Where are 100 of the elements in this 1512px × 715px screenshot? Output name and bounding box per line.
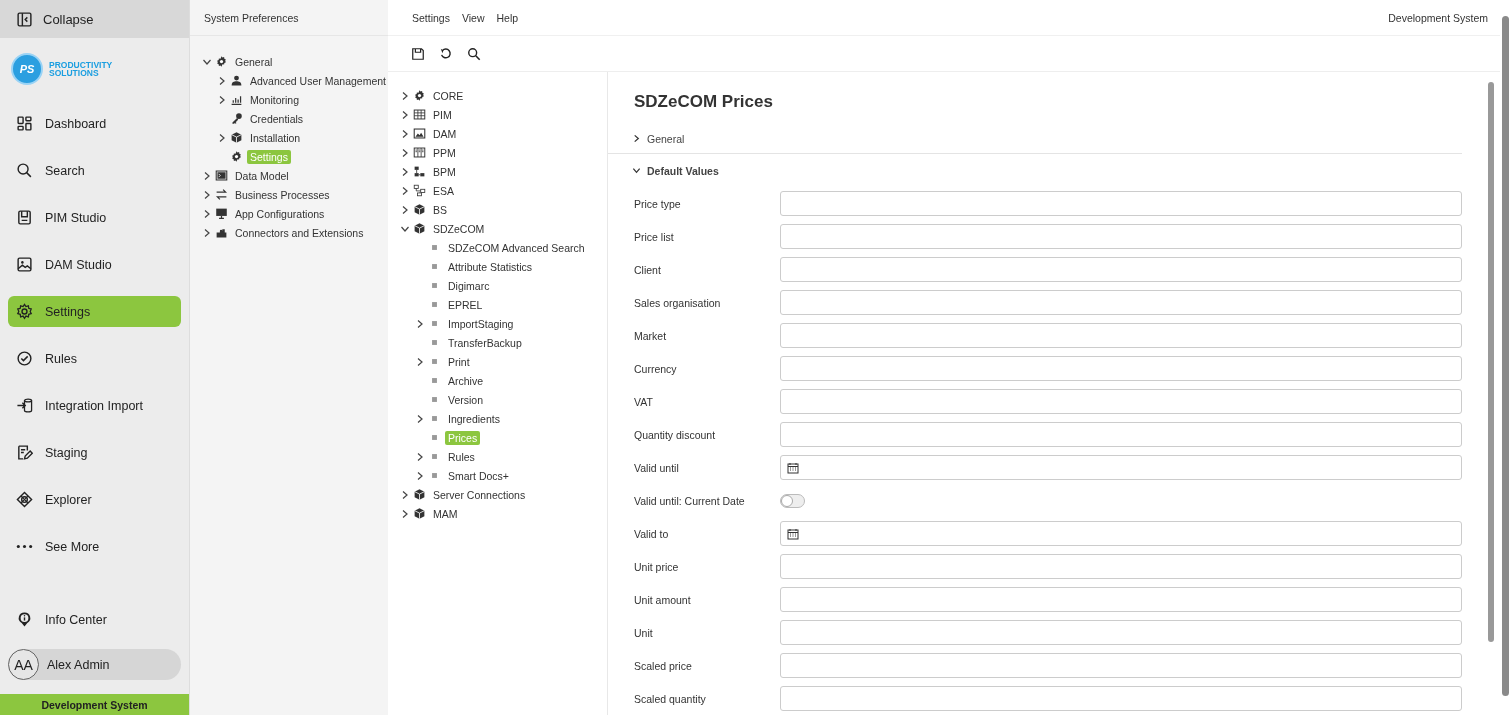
tree-item[interactable]: Archive: [445, 373, 486, 388]
terminal-icon: [215, 169, 228, 182]
input-field[interactable]: [780, 554, 1462, 579]
scrollbar[interactable]: [1488, 82, 1494, 642]
scrollbar[interactable]: [1502, 16, 1509, 696]
tree-item[interactable]: Monitoring: [247, 92, 303, 107]
chevron-right-icon[interactable]: [217, 94, 227, 105]
input-field[interactable]: [780, 290, 1462, 315]
info-center-button[interactable]: Info Center: [8, 604, 181, 635]
tree-item[interactable]: Digimarc: [445, 278, 493, 293]
tree-item[interactable]: BS: [430, 202, 450, 217]
input-field[interactable]: [780, 389, 1462, 414]
nav-item[interactable]: DAM Studio: [8, 249, 181, 280]
tree-item[interactable]: Version: [445, 392, 487, 407]
input-field[interactable]: [780, 224, 1462, 249]
chevron-right-icon[interactable]: [400, 185, 410, 196]
chevron-right-icon[interactable]: [400, 109, 410, 120]
tree-item[interactable]: Business Processes: [232, 187, 333, 202]
input-field[interactable]: [780, 620, 1462, 645]
nav-item[interactable]: Explorer: [8, 484, 181, 515]
tree-item[interactable]: Credentials: [247, 111, 307, 126]
chevron-right-icon[interactable]: [415, 470, 425, 481]
chevron-right-icon[interactable]: [400, 128, 410, 139]
tree-item[interactable]: Ingredients: [445, 411, 503, 426]
tree-item[interactable]: Print: [445, 354, 473, 369]
avatar: AA: [8, 649, 39, 680]
nav-item[interactable]: Search: [8, 155, 181, 186]
nav-item[interactable]: Integration Import: [8, 390, 181, 421]
columns-icon: [413, 146, 426, 159]
tree-item[interactable]: SDZeCOM Advanced Search: [445, 240, 588, 255]
chevron-right-icon[interactable]: [400, 204, 410, 215]
tree-item[interactable]: Attribute Statistics: [445, 259, 536, 274]
tree-item[interactable]: Connectors and Extensions: [232, 225, 367, 240]
image-icon: [16, 256, 33, 273]
chevron-right-icon[interactable]: [202, 208, 212, 219]
search-icon: [16, 162, 33, 179]
chevron-right-icon[interactable]: [202, 170, 212, 181]
settings-icon: [413, 89, 426, 102]
tree-item[interactable]: Server Connections: [430, 487, 529, 502]
tree-item[interactable]: PIM: [430, 107, 455, 122]
more-icon: [16, 544, 33, 549]
field-label: Client: [634, 263, 662, 276]
collapse-button[interactable]: Collapse: [0, 0, 189, 38]
tree-item[interactable]: Smart Docs+: [445, 468, 512, 483]
nav-item[interactable]: Rules: [8, 343, 181, 374]
chevron-right-icon[interactable]: [202, 189, 212, 200]
image-icon: [413, 127, 426, 140]
tree-item[interactable]: General: [232, 54, 276, 69]
chevron-right-icon[interactable]: [400, 147, 410, 158]
tree-item[interactable]: Rules: [445, 449, 478, 464]
nav-item[interactable]: Staging: [8, 437, 181, 468]
tree-item[interactable]: SDZeCOM: [430, 221, 488, 236]
user-button[interactable]: AA Alex Admin: [8, 649, 181, 680]
section-header[interactable]: Default Values: [608, 154, 1462, 187]
tree-item[interactable]: TransferBackup: [445, 335, 525, 350]
section-header[interactable]: General: [608, 124, 1462, 154]
tree-item[interactable]: Advanced User Management: [247, 73, 389, 88]
nav-item[interactable]: PIM Studio: [8, 202, 181, 233]
date-field[interactable]: [780, 455, 1462, 480]
field-label: Unit: [634, 626, 654, 639]
input-field[interactable]: [780, 323, 1462, 348]
chevron-right-icon[interactable]: [400, 489, 410, 500]
tree-item[interactable]: App Configurations: [232, 206, 328, 221]
tree-item[interactable]: CORE: [430, 88, 467, 103]
user-icon: [230, 74, 243, 87]
tree-item[interactable]: ImportStaging: [445, 316, 517, 331]
input-field[interactable]: [780, 587, 1462, 612]
date-field[interactable]: [780, 521, 1462, 546]
chevron-right-icon[interactable]: [217, 132, 227, 143]
input-field[interactable]: [780, 356, 1462, 381]
tree-item[interactable]: EPREL: [445, 297, 486, 312]
toggle-switch[interactable]: [780, 493, 805, 508]
input-field[interactable]: [780, 257, 1462, 282]
nav-item[interactable]: Settings: [8, 296, 181, 327]
tree-item[interactable]: BPM: [430, 164, 459, 179]
chevron-right-icon[interactable]: [400, 508, 410, 519]
tree-item[interactable]: PPM: [430, 145, 459, 160]
tree-item[interactable]: Data Model: [232, 168, 292, 183]
input-field[interactable]: [780, 191, 1462, 216]
chevron-right-icon[interactable]: [400, 90, 410, 101]
menu-item[interactable]: Help: [496, 11, 519, 24]
chevron-right-icon[interactable]: [415, 356, 425, 367]
tree-item[interactable]: MAM: [430, 506, 461, 521]
input-field[interactable]: [780, 653, 1462, 678]
nav-item[interactable]: Dashboard: [8, 108, 181, 139]
chevron-right-icon[interactable]: [400, 166, 410, 177]
menu-item[interactable]: View: [461, 11, 485, 24]
chevron-right-icon[interactable]: [415, 451, 425, 462]
chevron-right-icon[interactable]: [415, 413, 425, 424]
chevron-right-icon[interactable]: [415, 318, 425, 329]
chevron-right-icon[interactable]: [217, 75, 227, 86]
tree-item[interactable]: ESA: [430, 183, 457, 198]
environment-banner: Development System: [0, 694, 189, 715]
nav-item[interactable]: See More: [8, 531, 181, 562]
tree-item[interactable]: DAM: [430, 126, 460, 141]
menu-item[interactable]: Settings: [412, 11, 450, 24]
input-field[interactable]: [780, 686, 1462, 711]
input-field[interactable]: [780, 422, 1462, 447]
chevron-right-icon[interactable]: [202, 227, 212, 238]
tree-item[interactable]: Installation: [247, 130, 304, 145]
